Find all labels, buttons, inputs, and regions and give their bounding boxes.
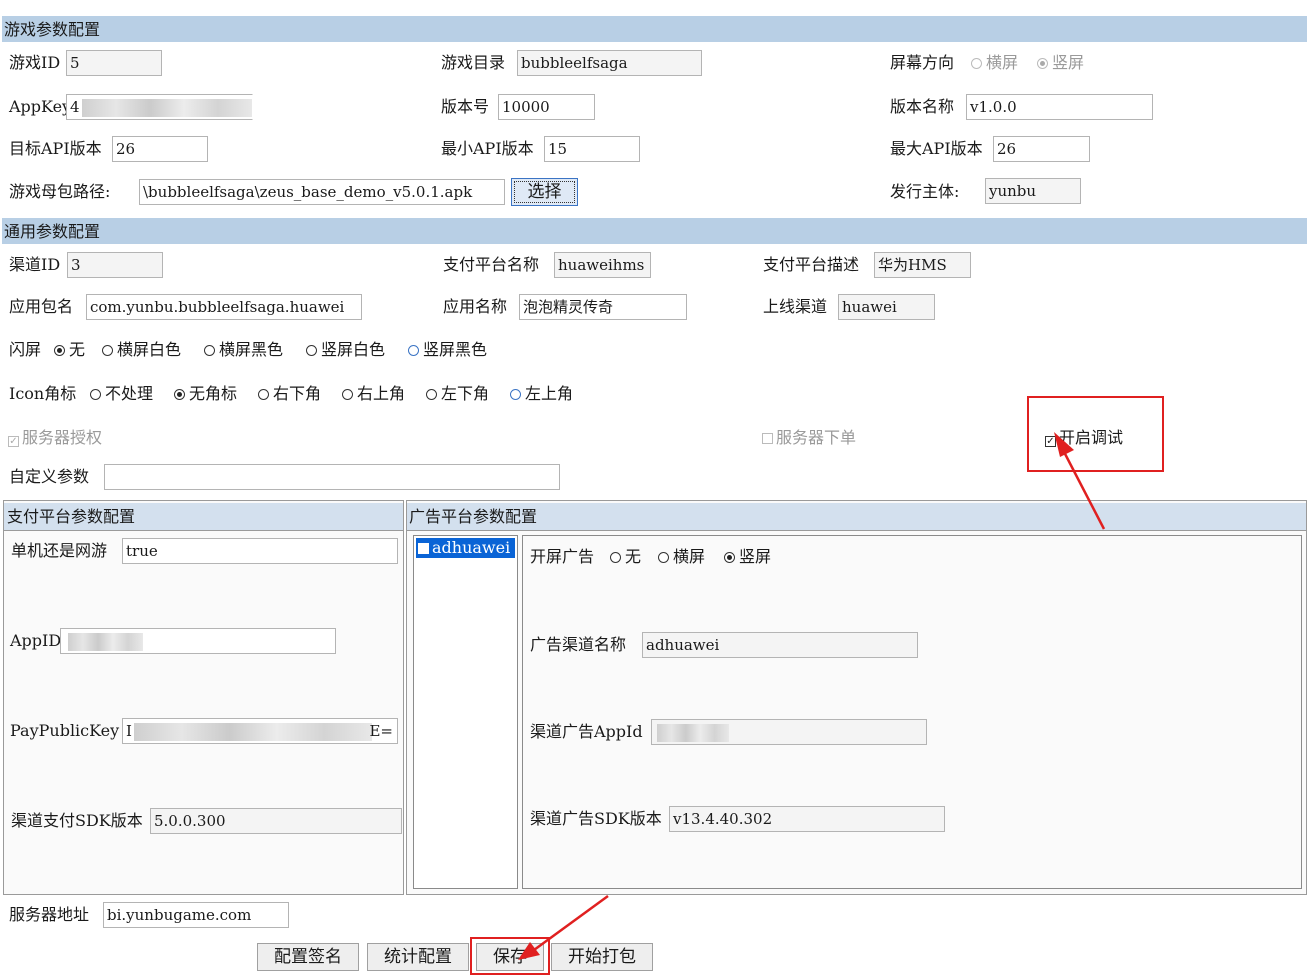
arrow-to-debug-icon <box>1060 447 1106 530</box>
arrow-to-save-icon <box>533 894 609 952</box>
annotation-arrows <box>518 432 1106 960</box>
arrowhead-icon <box>1054 432 1074 457</box>
arrowhead-icon <box>518 942 540 960</box>
